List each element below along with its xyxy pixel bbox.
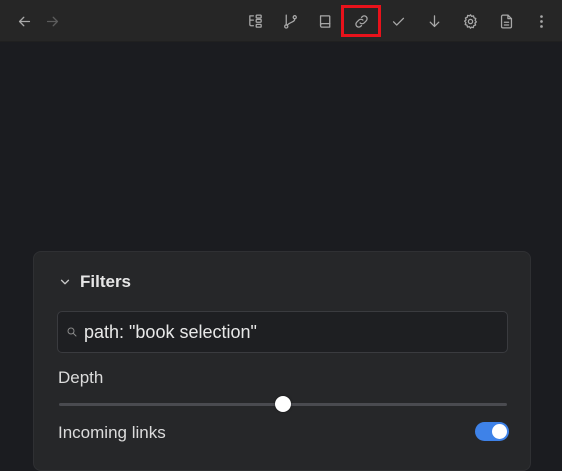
book-button[interactable]: [310, 6, 340, 36]
depth-slider-thumb[interactable]: [275, 396, 291, 412]
gear-icon: [462, 13, 479, 30]
link-icon: [353, 13, 370, 30]
git-branch-icon: [282, 13, 299, 30]
more-options-button[interactable]: [526, 6, 556, 36]
arrow-left-icon: [16, 13, 33, 30]
tree-view-button[interactable]: [240, 6, 270, 36]
settings-button[interactable]: [455, 6, 485, 36]
more-vertical-icon: [533, 13, 550, 30]
document-icon: [498, 13, 515, 30]
tree-icon: [247, 13, 264, 30]
graph-toolbar: [0, 0, 562, 42]
back-button[interactable]: [9, 6, 39, 36]
check-button[interactable]: [383, 6, 413, 36]
filters-section-toggle[interactable]: Filters: [58, 272, 131, 292]
book-icon: [317, 13, 334, 30]
forward-button[interactable]: [37, 6, 67, 36]
filters-title: Filters: [80, 272, 131, 292]
check-icon: [390, 13, 407, 30]
filter-search-box[interactable]: [57, 311, 508, 353]
toggle-knob: [492, 424, 507, 439]
document-button[interactable]: [491, 6, 521, 36]
branch-button[interactable]: [275, 6, 305, 36]
download-button[interactable]: [419, 6, 449, 36]
arrow-down-icon: [426, 13, 443, 30]
arrow-right-icon: [44, 13, 61, 30]
incoming-links-label: Incoming links: [58, 423, 166, 443]
chevron-down-icon: [58, 275, 72, 289]
link-button[interactable]: [343, 7, 379, 35]
graph-filter-panel: Filters Depth Incoming links: [33, 251, 531, 471]
incoming-links-toggle[interactable]: [475, 422, 509, 441]
search-icon: [66, 326, 78, 338]
filter-search-input[interactable]: [84, 322, 484, 343]
depth-label: Depth: [58, 368, 103, 388]
